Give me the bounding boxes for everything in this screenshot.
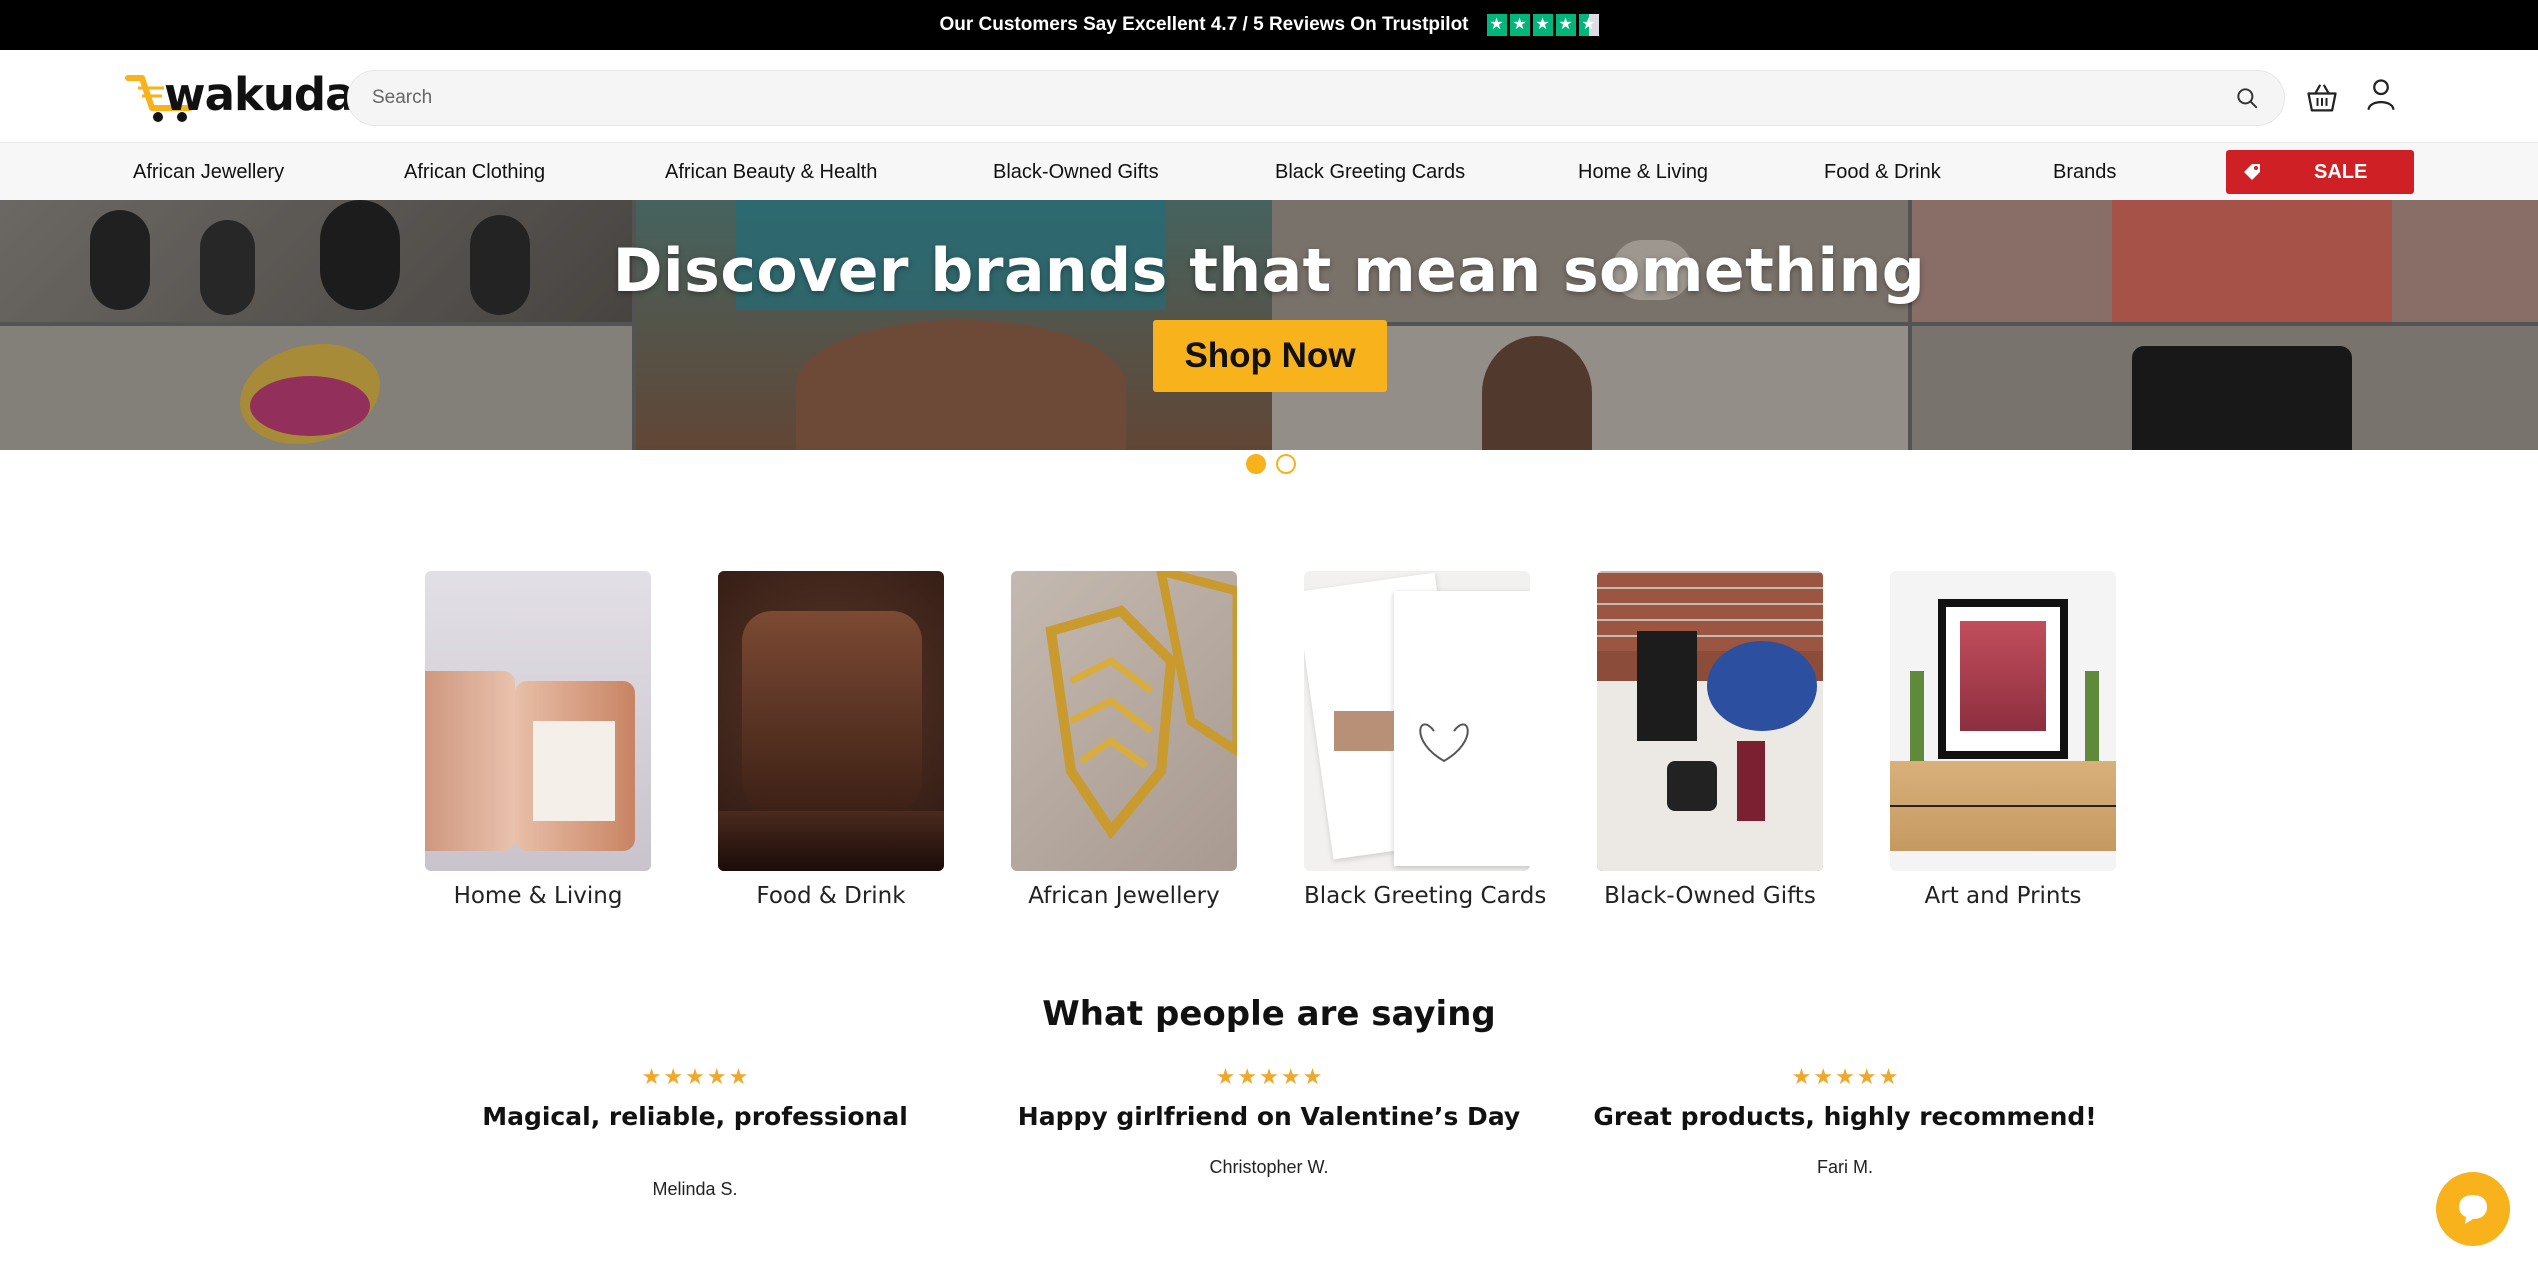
star-icon: ★ [1555, 14, 1576, 36]
review-card: ★ ★ ★ ★ ★ Magical, reliable, professional Me… [415, 1066, 975, 1200]
star-icon: ★ [1237, 1064, 1258, 1089]
hero-title: Discover brands that mean something [612, 236, 1926, 306]
search-bar[interactable] [347, 70, 2285, 126]
sale-label: SALE [2314, 160, 2368, 183]
nav-item-african-jewellery[interactable]: African Jewellery [133, 143, 284, 201]
logo-text: wakuda [164, 68, 355, 121]
star-icon: ★ [1878, 1064, 1899, 1089]
review-title: Happy girlfriend on Valentine’s Day [1017, 1102, 1521, 1131]
star-icon: ★ [1486, 14, 1507, 36]
trustpilot-banner[interactable]: Our Customers Say Excellent 4.7 / 5 Revi… [0, 0, 2538, 50]
star-icon: ★ [1215, 1064, 1236, 1089]
search-input[interactable] [372, 87, 2234, 109]
star-icon: ★ [1259, 1064, 1279, 1089]
category-home-living[interactable]: Home & Living [425, 571, 651, 909]
star-icon: ★ [1302, 1064, 1323, 1089]
star-icon: ★ [1280, 1064, 1301, 1089]
carousel-dot-1[interactable] [1246, 454, 1266, 474]
nav-item-food-drink[interactable]: Food & Drink [1824, 143, 1941, 201]
main-nav: African Jewellery African Clothing Afric… [0, 142, 2538, 200]
category-food-drink[interactable]: Food & Drink [718, 571, 944, 909]
category-image [1597, 571, 1823, 871]
category-label: Black Greeting Cards [1304, 883, 1547, 909]
tag-icon [2244, 164, 2260, 180]
review-author: Christopher W. [1209, 1157, 1329, 1177]
review-stars: ★ ★ ★ ★ ★ [415, 1066, 975, 1088]
nav-item-black-greeting-cards[interactable]: Black Greeting Cards [1275, 143, 1465, 201]
review-stars: ★ ★ ★ ★ ★ [1565, 1066, 2125, 1088]
star-icon: ★ [1509, 14, 1530, 36]
shop-now-button[interactable]: Shop Now [1153, 320, 1387, 392]
star-icon: ★ [685, 1064, 705, 1089]
nav-item-home-living[interactable]: Home & Living [1578, 143, 1708, 201]
review-title: Great products, highly recommend! [1593, 1102, 2097, 1131]
category-label: Home & Living [453, 883, 623, 909]
category-image [1304, 571, 1530, 871]
reviews-heading: What people are saying [1042, 994, 1496, 1034]
star-icon: ★ [663, 1064, 684, 1089]
category-black-owned-gifts[interactable]: Black-Owned Gifts [1597, 571, 1823, 909]
star-icon: ★ [1813, 1064, 1834, 1089]
category-image [425, 571, 651, 871]
category-image [1890, 571, 2116, 871]
category-art-and-prints[interactable]: Art and Prints [1890, 571, 2116, 909]
category-label: African Jewellery [1028, 883, 1220, 909]
nav-item-brands[interactable]: Brands [2053, 143, 2116, 201]
half-star-icon: ★ [1578, 14, 1599, 36]
carousel-dot-2[interactable] [1276, 454, 1296, 474]
star-icon: ★ [1856, 1064, 1877, 1089]
trustpilot-text: Our Customers Say Excellent 4.7 / 5 Revi… [939, 14, 1469, 35]
chat-button[interactable] [2436, 1172, 2510, 1246]
star-icon: ★ [1532, 14, 1553, 36]
review-author: Fari M. [1817, 1157, 1873, 1177]
star-icon: ★ [1791, 1064, 1812, 1089]
trustpilot-stars: ★ ★ ★ ★ ★ [1486, 14, 1599, 36]
star-icon: ★ [1835, 1064, 1855, 1089]
sale-button[interactable]: SALE [2226, 150, 2414, 194]
review-card: ★ ★ ★ ★ ★ Great products, highly recommend! … [1565, 1066, 2125, 1178]
review-author: Melinda S. [652, 1179, 738, 1199]
category-black-greeting-cards[interactable]: Black Greeting Cards [1304, 571, 1547, 909]
basket-icon[interactable] [2304, 80, 2340, 116]
nav-item-african-beauty-health[interactable]: African Beauty & Health [665, 143, 877, 201]
nav-item-black-owned-gifts[interactable]: Black-Owned Gifts [993, 143, 1159, 201]
nav-item-african-clothing[interactable]: African Clothing [404, 143, 545, 201]
star-icon: ★ [641, 1064, 662, 1089]
site-header: wakuda [0, 50, 2538, 142]
category-african-jewellery[interactable]: African Jewellery [1011, 571, 1237, 909]
hero-banner: Discover brands that mean something Shop… [0, 200, 2538, 450]
category-label: Black-Owned Gifts [1604, 883, 1816, 909]
star-icon: ★ [728, 1064, 749, 1089]
category-label: Food & Drink [756, 883, 906, 909]
category-image [718, 571, 944, 871]
user-icon[interactable] [2363, 76, 2399, 112]
review-card: ★ ★ ★ ★ ★ Happy girlfriend on Valentine’s Da… [989, 1066, 1549, 1178]
logo[interactable]: wakuda [124, 68, 355, 124]
star-icon: ★ [706, 1064, 727, 1089]
category-image [1011, 571, 1237, 871]
carousel-dots [1246, 454, 1296, 474]
review-title: Magical, reliable, professional [482, 1102, 908, 1131]
chat-bubble-icon [2459, 1195, 2487, 1224]
category-label: Art and Prints [1924, 883, 2082, 909]
search-icon[interactable] [2234, 85, 2260, 111]
review-stars: ★ ★ ★ ★ ★ [989, 1066, 1549, 1088]
